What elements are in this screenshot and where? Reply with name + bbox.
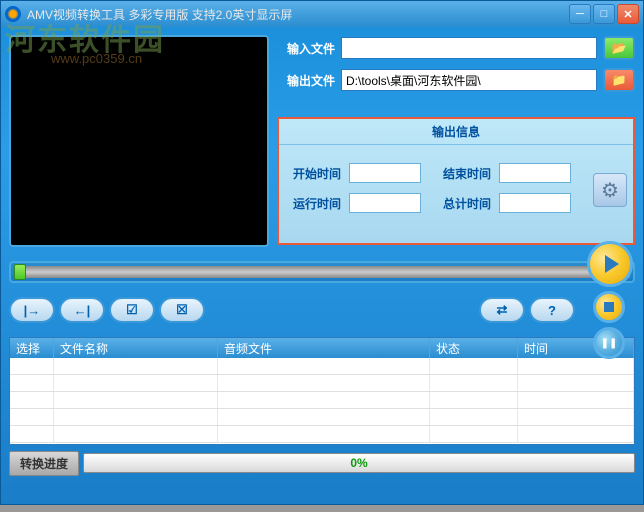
start-time-label: 开始时间: [293, 165, 341, 182]
settings-button[interactable]: ⚙: [593, 173, 627, 207]
output-file-field[interactable]: [341, 69, 597, 91]
convert-progress-value: 0%: [350, 456, 367, 470]
end-time-label: 结束时间: [443, 165, 491, 182]
run-time-value: [349, 193, 421, 213]
folder-open-icon: 📂: [612, 41, 627, 55]
close-button[interactable]: ✕: [617, 4, 639, 24]
stop-button[interactable]: [593, 291, 625, 323]
table-row[interactable]: [10, 426, 634, 443]
table-row[interactable]: [10, 358, 634, 375]
file-table: 选择 文件名称 音频文件 状态 时间: [9, 337, 635, 445]
col-filename[interactable]: 文件名称: [54, 338, 218, 358]
convert-progress-bar: 0%: [83, 453, 635, 473]
total-time-value: [499, 193, 571, 213]
start-time-value: [349, 163, 421, 183]
table-row[interactable]: [10, 409, 634, 426]
col-audiofile[interactable]: 音频文件: [218, 338, 430, 358]
convert-button[interactable]: ⇄: [479, 297, 525, 323]
video-preview: [9, 35, 269, 247]
folder-save-icon: 📁: [612, 73, 627, 87]
col-status[interactable]: 状态: [430, 338, 518, 358]
col-select[interactable]: 选择: [10, 338, 54, 358]
info-panel-title: 输出信息: [279, 119, 633, 145]
run-time-label: 运行时间: [293, 195, 341, 212]
table-row[interactable]: [10, 392, 634, 409]
help-button[interactable]: ?: [529, 297, 575, 323]
app-icon: [5, 6, 21, 22]
table-body[interactable]: [10, 358, 634, 445]
seek-knob[interactable]: [14, 264, 26, 280]
output-file-label: 输出文件: [277, 72, 335, 89]
table-header: 选择 文件名称 音频文件 状态 时间: [10, 338, 634, 358]
convert-progress-label: 转换进度: [9, 451, 79, 476]
mark-out-button[interactable]: ←|: [59, 297, 105, 323]
total-time-label: 总计时间: [443, 195, 491, 212]
title-bar[interactable]: AMV视频转换工具 多彩专用版 支持2.0英寸显示屏 ─ □ ✕: [1, 1, 643, 27]
check-button[interactable]: ☑: [109, 297, 155, 323]
end-time-value: [499, 163, 571, 183]
minimize-button[interactable]: ─: [569, 4, 591, 24]
gear-icon: ⚙: [601, 178, 619, 203]
uncheck-button[interactable]: ☒: [159, 297, 205, 323]
app-window: AMV视频转换工具 多彩专用版 支持2.0英寸显示屏 ─ □ ✕ 河东软件园 w…: [0, 0, 644, 505]
pause-button[interactable]: [593, 327, 625, 359]
play-button[interactable]: [587, 241, 633, 287]
browse-input-button[interactable]: 📂: [603, 36, 635, 60]
mark-in-button[interactable]: |→: [9, 297, 55, 323]
input-file-label: 输入文件: [277, 40, 335, 57]
table-row[interactable]: [10, 375, 634, 392]
maximize-button[interactable]: □: [593, 4, 615, 24]
seek-bar[interactable]: [9, 261, 635, 283]
seek-track: [14, 266, 630, 278]
output-info-panel: 输出信息 开始时间 结束时间 运行时间 总计时间 ⚙: [277, 117, 635, 245]
input-file-field[interactable]: [341, 37, 597, 59]
browse-output-button[interactable]: 📁: [603, 68, 635, 92]
window-title: AMV视频转换工具 多彩专用版 支持2.0英寸显示屏: [27, 6, 569, 23]
